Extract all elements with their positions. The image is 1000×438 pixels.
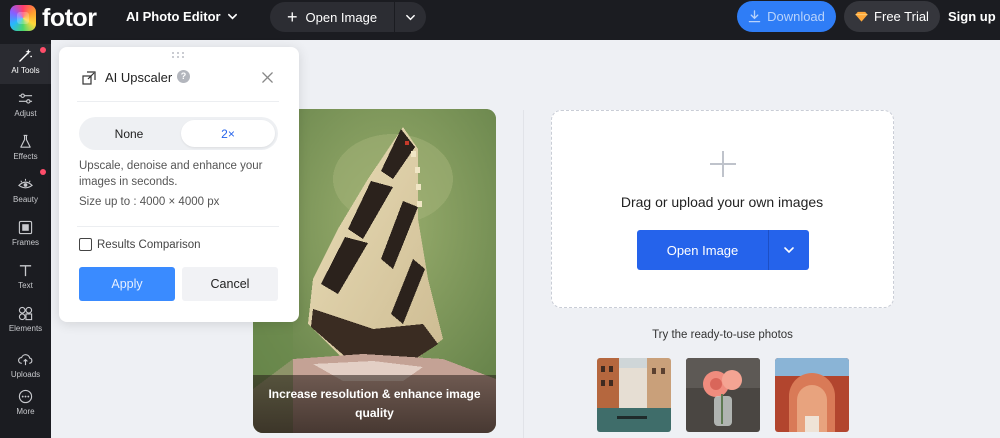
upscale-factor-toggle: None 2× <box>79 117 278 150</box>
red-arch-street-photo <box>775 358 849 432</box>
fotor-logo[interactable]: fotor <box>10 4 97 32</box>
cloud-upload-icon <box>18 354 33 366</box>
apply-button[interactable]: Apply <box>79 267 175 301</box>
download-label: Download <box>767 9 825 24</box>
chevron-down-icon <box>784 247 794 254</box>
sidebar-item-elements[interactable]: Elements <box>0 302 51 342</box>
open-image-split-button: Open Image <box>637 230 809 270</box>
open-image-button[interactable]: Open Image <box>637 230 768 270</box>
venice-canal-photo <box>597 358 671 432</box>
sidebar-item-more[interactable]: More <box>0 385 51 425</box>
notification-dot <box>40 169 46 175</box>
panel-title: AI Upscaler <box>105 70 173 85</box>
option-none[interactable]: None <box>82 120 176 147</box>
sidebar-item-ai-tools[interactable]: AI Tools <box>0 44 51 84</box>
tool-sidebar: AI Tools Adjust Effects Beauty Frames Te… <box>0 40 51 438</box>
plus-icon: + <box>287 7 298 27</box>
canvas-divider <box>523 110 524 438</box>
checkbox-box[interactable] <box>79 238 92 251</box>
open-image-split-button: + Open Image <box>270 2 426 32</box>
sidebar-item-adjust[interactable]: Adjust <box>0 87 51 127</box>
chevron-down-icon <box>227 13 237 20</box>
free-trial-button[interactable]: Free Trial <box>844 1 940 32</box>
help-icon[interactable]: ? <box>177 70 190 83</box>
sidebar-item-effects[interactable]: Effects <box>0 130 51 170</box>
more-icon <box>18 389 33 404</box>
drag-handle-icon[interactable] <box>172 52 186 60</box>
cancel-button[interactable]: Cancel <box>182 267 278 301</box>
pink-rose-vase-photo <box>686 358 760 432</box>
sidebar-item-label: Uploads <box>10 370 41 379</box>
app-menu-dropdown[interactable]: AI Photo Editor <box>126 9 238 24</box>
frame-icon <box>18 220 33 235</box>
diamond-icon <box>855 11 868 22</box>
ai-upscaler-panel: AI Upscaler ? None 2× Upscale, denoise a… <box>59 47 299 322</box>
sample-photo-rose[interactable] <box>686 358 760 432</box>
sidebar-item-label: More <box>16 407 35 416</box>
download-button[interactable]: Download <box>737 1 836 32</box>
sidebar-item-label: Text <box>18 281 33 290</box>
close-icon[interactable] <box>261 71 274 84</box>
logo-text: fotor <box>42 4 97 32</box>
free-trial-label: Free Trial <box>874 9 929 24</box>
results-comparison-label: Results Comparison <box>97 238 201 251</box>
sign-up-link[interactable]: Sign up <box>948 9 996 24</box>
upload-title: Drag or upload your own images <box>620 194 824 210</box>
preview-caption: Increase resolution & enhance image qual… <box>253 375 496 433</box>
upscaler-description: Upscale, denoise and enhance your images… <box>79 160 263 188</box>
open-image-options-button[interactable] <box>395 2 426 32</box>
upload-dropzone[interactable]: Drag or upload your own images Open Imag… <box>551 110 894 308</box>
open-image-label: Open Image <box>305 9 378 25</box>
sidebar-item-label: AI Tools <box>11 66 40 75</box>
sidebar-item-beauty[interactable]: Beauty <box>0 169 51 213</box>
chevron-down-icon <box>406 14 415 20</box>
sidebar-item-label: Adjust <box>14 109 37 118</box>
open-image-button[interactable]: + Open Image <box>270 2 394 32</box>
download-icon <box>748 10 761 23</box>
notification-dot <box>40 47 46 53</box>
flask-icon <box>20 134 31 148</box>
divider <box>77 226 279 227</box>
fotor-logo-icon <box>10 5 36 31</box>
sidebar-item-label: Beauty <box>13 195 38 204</box>
top-bar: fotor AI Photo Editor + Open Image Downl… <box>0 0 1000 40</box>
sample-photo-arch[interactable] <box>775 358 849 432</box>
text-icon <box>19 265 32 277</box>
results-comparison-checkbox[interactable]: Results Comparison <box>79 238 201 251</box>
plus-icon <box>710 151 736 177</box>
eye-icon <box>18 178 33 189</box>
sidebar-item-label: Effects <box>13 152 38 161</box>
sidebar-item-label: Frames <box>11 238 40 247</box>
shapes-icon <box>18 306 33 321</box>
sidebar-item-label: Elements <box>8 324 43 333</box>
open-image-options-button[interactable] <box>769 230 809 270</box>
sliders-icon <box>18 93 33 104</box>
size-limit-text: Size up to : 4000 × 4000 px <box>79 196 220 208</box>
sidebar-item-frames[interactable]: Frames <box>0 216 51 256</box>
upscale-icon <box>82 71 96 85</box>
app-menu-label: AI Photo Editor <box>126 9 221 24</box>
sample-photos-label: Try the ready-to-use photos <box>652 329 793 341</box>
divider <box>77 101 279 102</box>
sparkle-wand-icon <box>19 48 32 62</box>
option-2x[interactable]: 2× <box>181 120 275 147</box>
sidebar-item-text[interactable]: Text <box>0 259 51 299</box>
sidebar-item-uploads[interactable]: Uploads <box>0 348 51 388</box>
sample-photo-venice[interactable] <box>597 358 671 432</box>
